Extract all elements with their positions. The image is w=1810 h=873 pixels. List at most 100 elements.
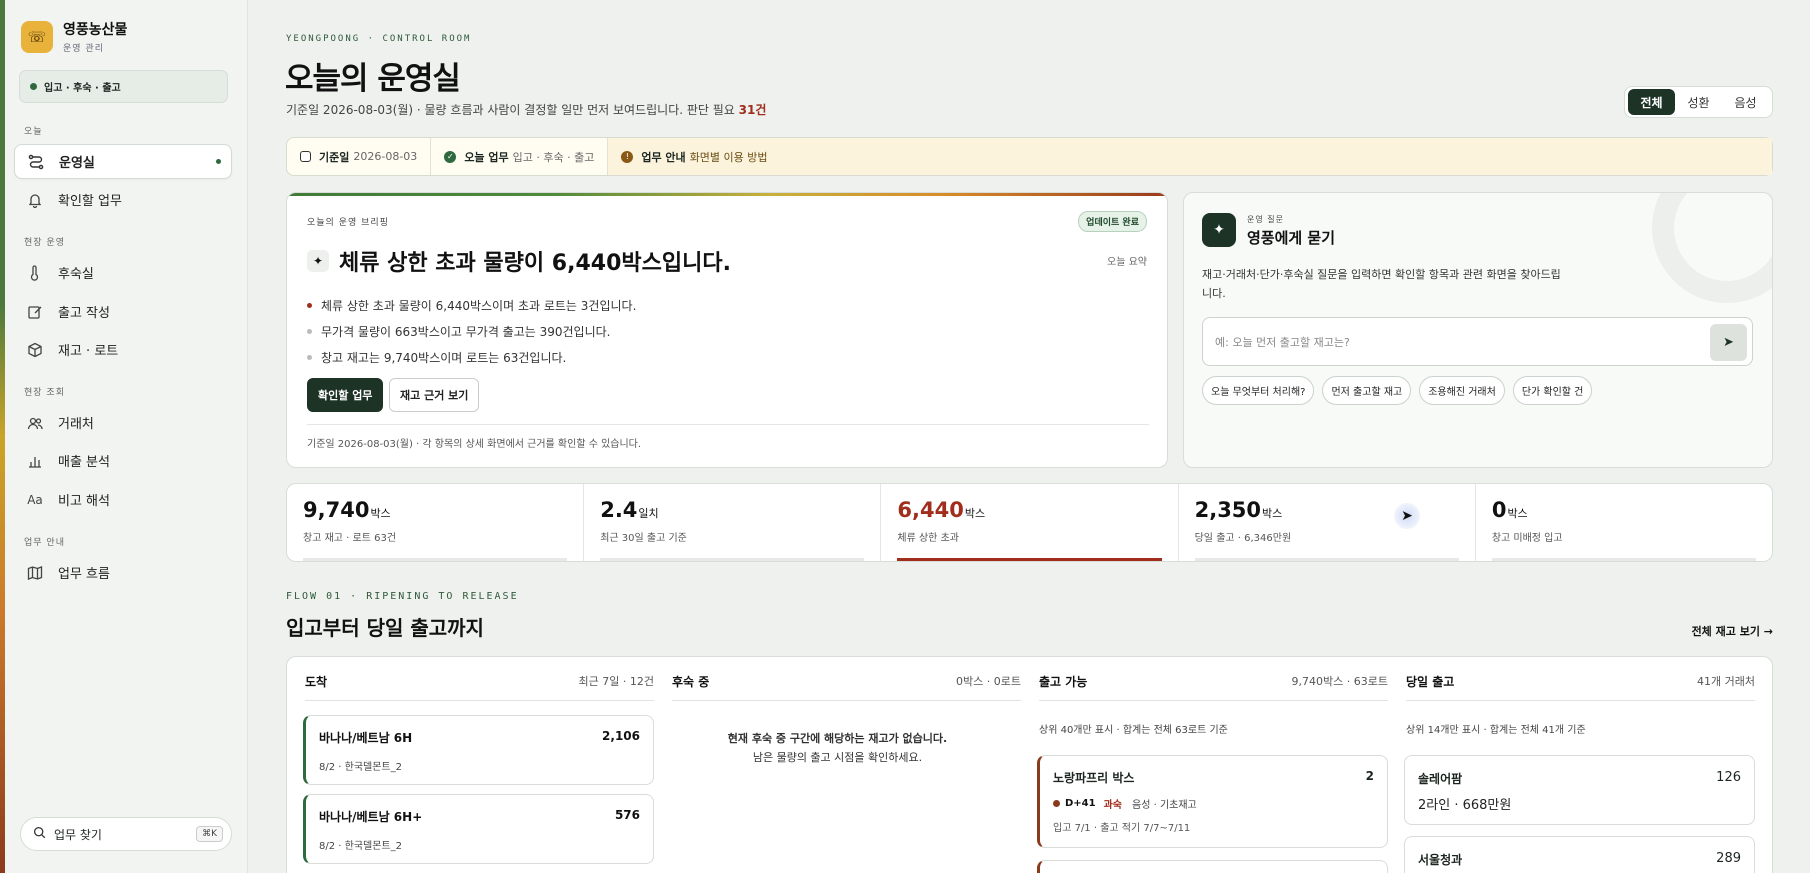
view-all-inventory-link[interactable]: 전체 재고 보기 → <box>1692 623 1773 639</box>
context-guide[interactable]: ! 업무 안내 화면별 이용 방법 <box>608 138 1772 175</box>
metric-value: 2,350 <box>1194 498 1262 522</box>
tasks-button[interactable]: 확인할 업무 <box>307 378 384 412</box>
status-box: 입고 · 후숙 · 출고 <box>19 70 228 103</box>
list-item: 창고 재고는 9,740박스이며 로트는 63건입니다. <box>307 344 636 370</box>
suggestion-chip[interactable]: 단가 확인할 건 <box>1512 376 1593 405</box>
client-card[interactable]: 솔레어팜 126 2라인 · 668만원 <box>1404 755 1755 825</box>
metric-unit: 일치 <box>638 507 659 520</box>
section-label-today: 오늘 <box>24 127 43 137</box>
list-item: 체류 상한 초과 물량이 6,440박스이며 초과 로트는 3건입니다. <box>307 292 636 318</box>
column-meta: 9,740박스 · 63로트 <box>1291 675 1388 688</box>
sidebar: ☏ 영풍농산물 운영 관리 입고 · 후숙 · 출고 오늘 운영실 확인할 업무… <box>5 0 248 873</box>
page-subtitle: 기준일 2026-08-03(월) · 물량 흐름과 사람이 결정할 일만 먼저… <box>286 101 766 118</box>
client-name: 솔레어팜 <box>1418 772 1463 786</box>
column-title: 출고 가능 <box>1039 675 1088 689</box>
sidebar-item-label: 운영실 <box>59 156 95 171</box>
lot-name: 바나나/베트남 6H <box>319 731 413 745</box>
lot-card[interactable]: 바나나/베트남 6H+ 576 8/2 · 한국델몬트_2 <box>303 794 654 864</box>
lot-sub: 8/2 · 한국델몬트_2 <box>319 841 402 852</box>
column-title: 도착 <box>305 675 328 689</box>
users-icon <box>26 414 44 432</box>
ask-description: 재고·거래처·단가·후숙실 질문을 입력하면 확인할 항목과 관련 화면을 찾아… <box>1202 268 1561 300</box>
filter-seonghwan[interactable]: 성환 <box>1675 89 1722 115</box>
main-content: YEONGPOONG · CONTROL ROOM 오늘의 운영실 기준일 20… <box>248 0 1810 873</box>
lot-tag: 과숙 <box>1103 800 1123 811</box>
sidebar-item-workflow[interactable]: 업무 흐름 <box>14 555 232 590</box>
suggestion-chip[interactable]: 오늘 무엇부터 처리해? <box>1202 376 1315 405</box>
lot-dday: D+41 <box>1065 798 1096 809</box>
metric-unit: 박스 <box>964 507 986 520</box>
sidebar-item-tasks[interactable]: 확인할 업무 <box>14 182 232 217</box>
bullet-icon <box>307 302 312 308</box>
suggestion-chip[interactable]: 먼저 출고할 재고 <box>1322 376 1412 405</box>
sidebar-item-shipping-create[interactable]: 출고 작성 <box>14 294 232 329</box>
metric-today-shipping[interactable]: 2,350박스 당일 출고 · 6,346만원 <box>1179 484 1476 561</box>
metric-unit: 박스 <box>370 507 391 520</box>
section-label-field-query: 현장 조회 <box>24 388 65 398</box>
sidebar-item-label: 비고 해석 <box>58 494 110 509</box>
context-date: 기준일 2026-08-03 <box>287 138 432 175</box>
date-label: 기준일 <box>319 150 350 164</box>
metric-value: 0 <box>1491 498 1507 522</box>
client-name: 서울청과 <box>1418 853 1463 867</box>
inventory-evidence-button[interactable]: 재고 근거 보기 <box>389 378 480 412</box>
filter-all[interactable]: 전체 <box>1628 89 1675 115</box>
lot-card[interactable]: 바나나/베트남 6H 2,106 8/2 · 한국델몬트_2 <box>303 715 654 785</box>
sidebar-item-label: 출고 작성 <box>58 306 110 321</box>
column-meta: 최근 7일 · 12건 <box>578 675 654 688</box>
metric-unassigned[interactable]: 0박스 창고 미배정 입고 <box>1476 484 1772 561</box>
ask-eyebrow: 운영 질문 <box>1247 215 1284 224</box>
sidebar-item-sales[interactable]: 매출 분석 <box>14 443 232 478</box>
metric-bar <box>1491 558 1757 561</box>
metric-value: 6,440 <box>897 498 964 522</box>
client-card[interactable]: 서울청과 289 <box>1404 836 1755 873</box>
briefing-headline: ✦ 체류 상한 초과 물량이 6,440박스입니다. <box>307 245 731 277</box>
sidebar-item-inventory[interactable]: 재고 · 로트 <box>14 332 232 367</box>
brand[interactable]: ☏ 영풍농산물 운영 관리 <box>21 19 127 54</box>
lot-card[interactable] <box>1037 860 1388 873</box>
metric-overstay[interactable]: 6,440박스 체류 상한 초과 <box>881 484 1179 561</box>
search-button[interactable]: 업무 찾기 ⌘K <box>20 817 232 851</box>
sidebar-item-notes[interactable]: Aa 비고 해석 <box>14 482 232 517</box>
sparkle-icon: ✦ <box>1202 213 1236 247</box>
filter-eumseong[interactable]: 음성 <box>1722 89 1769 115</box>
metric-label: 창고 미배정 입고 <box>1491 533 1563 544</box>
lot-qty: 2 <box>1365 769 1374 783</box>
lot-name: 노랑파프리 박스 <box>1053 771 1135 785</box>
empty-sub: 남은 물량의 출고 시점을 확인하세요. <box>752 751 923 764</box>
update-badge: 업데이트 완료 <box>1078 211 1147 232</box>
lot-sub: 입고 7/1 · 출고 적기 7/7~7/11 <box>1053 823 1191 834</box>
sidebar-item-clients[interactable]: 거래처 <box>14 405 232 440</box>
column-arrival: 도착 최근 7일 · 12건 바나나/베트남 6H 2,106 8/2 · 한국델… <box>287 657 654 873</box>
lot-extra: 음성 · 기초재고 <box>1132 800 1197 811</box>
briefing-label: 오늘의 운영 브리핑 <box>307 218 389 228</box>
lot-name: 바나나/베트남 6H+ <box>319 810 423 824</box>
metric-warehouse-stock[interactable]: 9,740박스 창고 재고 · 로트 63건 <box>287 484 585 561</box>
decorative-ring <box>1652 193 1772 303</box>
send-button[interactable]: ➤ <box>1710 324 1747 361</box>
metric-days[interactable]: 2.4일치 최근 30일 출고 기준 <box>584 484 882 561</box>
list-item: 무가격 물량이 663박스이고 무가격 출고는 390건입니다. <box>307 318 636 344</box>
decision-count: 31건 <box>738 103 767 117</box>
client-sub: 2라인 · 668만원 <box>1418 798 1512 813</box>
context-today[interactable]: ✓ 오늘 업무 입고 · 후숙 · 출고 <box>431 138 609 175</box>
mouse-cursor-icon: ➤ <box>1394 503 1420 529</box>
text-icon: Aa <box>27 492 43 507</box>
metric-strip: 9,740박스 창고 재고 · 로트 63건 2.4일치 최근 30일 출고 기… <box>286 483 1773 562</box>
lot-card[interactable]: 노랑파프리 박스 2 D+41 과숙 음성 · 기초재고 입고 7/1 · 출고 적… <box>1037 755 1388 848</box>
column-today-shipping: 당일 출고 41개 거래처 상위 14개만 표시 · 합계는 전체 41개 기준 … <box>1388 657 1755 873</box>
client-qty: 126 <box>1716 770 1741 785</box>
search-icon <box>33 826 46 842</box>
sidebar-item-ripening[interactable]: 후숙실 <box>14 255 232 290</box>
ask-input[interactable]: 예: 오늘 먼저 출고할 재고는? ➤ <box>1202 317 1753 366</box>
bar-chart-icon <box>26 452 44 470</box>
bullet-icon <box>307 328 312 334</box>
brand-logo-icon: ☏ <box>21 20 53 53</box>
metric-label: 최근 30일 출고 기준 <box>600 533 687 544</box>
sidebar-item-label: 업무 흐름 <box>58 567 110 582</box>
suggestion-chip[interactable]: 조용해진 거래처 <box>1419 376 1505 405</box>
metric-bar <box>303 558 568 561</box>
sidebar-item-control-room[interactable]: 운영실 <box>14 144 232 179</box>
brand-name: 영풍농산물 <box>63 22 128 38</box>
ask-placeholder: 예: 오늘 먼저 출고할 재고는? <box>1215 335 1350 349</box>
